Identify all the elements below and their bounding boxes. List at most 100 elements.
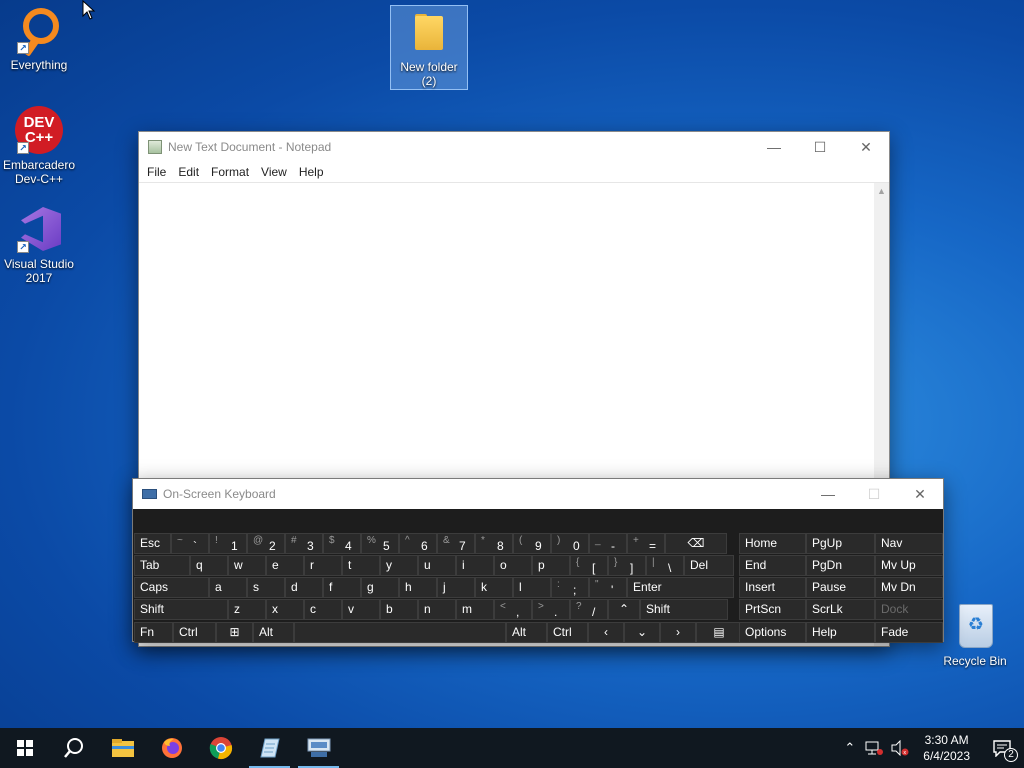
- close-button[interactable]: ✕: [843, 132, 889, 162]
- key-sym[interactable]: :;: [551, 577, 589, 598]
- key-sym[interactable]: <,: [494, 599, 532, 620]
- key-t[interactable]: t: [342, 555, 380, 576]
- key-u[interactable]: u: [418, 555, 456, 576]
- on-screen-keyboard-window[interactable]: On-Screen Keyboard — ☐ ✕ Esc ~ `! 1 @2 #3 $4% 5…: [132, 478, 944, 643]
- close-button[interactable]: ✕: [897, 479, 943, 509]
- key-4[interactable]: $4: [323, 533, 361, 554]
- key-mvdn[interactable]: Mv Dn: [875, 577, 943, 598]
- key-v[interactable]: v: [342, 599, 380, 620]
- key-esc[interactable]: Esc: [134, 533, 171, 554]
- key-sym[interactable]: ~ `: [171, 533, 209, 554]
- key-fn[interactable]: Fn: [134, 622, 173, 643]
- key-nav[interactable]: Nav: [875, 533, 943, 554]
- key-ctrl[interactable]: Ctrl: [547, 622, 588, 643]
- taskbar-chrome[interactable]: [196, 728, 245, 768]
- desktop-icon-new-folder[interactable]: New folder (2): [390, 5, 468, 90]
- key-o[interactable]: o: [494, 555, 532, 576]
- key-fade[interactable]: Fade: [875, 622, 943, 643]
- key-z[interactable]: z: [228, 599, 266, 620]
- key-[interactable]: ‹: [588, 622, 624, 643]
- key-d[interactable]: d: [285, 577, 323, 598]
- taskbar-notepad[interactable]: [245, 728, 294, 768]
- key-j[interactable]: j: [437, 577, 475, 598]
- key-[interactable]: ⊞: [216, 622, 253, 643]
- key-3[interactable]: #3: [285, 533, 323, 554]
- key-w[interactable]: w: [228, 555, 266, 576]
- key-c[interactable]: c: [304, 599, 342, 620]
- key-help[interactable]: Help: [806, 622, 875, 643]
- menu-help[interactable]: Help: [293, 165, 330, 179]
- key-8[interactable]: * 8: [475, 533, 513, 554]
- minimize-button[interactable]: —: [751, 132, 797, 162]
- volume-muted-icon[interactable]: x: [890, 740, 910, 756]
- key-sym[interactable]: }]: [608, 555, 646, 576]
- key-del[interactable]: Del: [684, 555, 734, 576]
- key-caps[interactable]: Caps: [134, 577, 209, 598]
- key-mvup[interactable]: Mv Up: [875, 555, 943, 576]
- menu-edit[interactable]: Edit: [172, 165, 205, 179]
- key-f[interactable]: f: [323, 577, 361, 598]
- key-s[interactable]: s: [247, 577, 285, 598]
- key-7[interactable]: & 7: [437, 533, 475, 554]
- key-alt[interactable]: Alt: [253, 622, 294, 643]
- key-sym[interactable]: ? /: [570, 599, 608, 620]
- key-6[interactable]: ^ 6: [399, 533, 437, 554]
- key-y[interactable]: y: [380, 555, 418, 576]
- key-shift[interactable]: Shift: [640, 599, 728, 620]
- key-l[interactable]: l: [513, 577, 551, 598]
- key-ctrl[interactable]: Ctrl: [173, 622, 216, 643]
- scroll-up-icon[interactable]: ▲: [874, 186, 889, 196]
- osk-title-bar[interactable]: On-Screen Keyboard — ☐ ✕: [133, 479, 943, 509]
- taskbar-firefox[interactable]: [147, 728, 196, 768]
- key-b[interactable]: b: [380, 599, 418, 620]
- desktop-icon-recycle-bin[interactable]: ♻ Recycle Bin: [936, 602, 1014, 668]
- key-1[interactable]: ! 1: [209, 533, 247, 554]
- menu-format[interactable]: Format: [205, 165, 255, 179]
- key-alt[interactable]: Alt: [506, 622, 547, 643]
- key-enter[interactable]: Enter: [627, 577, 734, 598]
- key-sym[interactable]: >.: [532, 599, 570, 620]
- key-insert[interactable]: Insert: [739, 577, 806, 598]
- key-shift[interactable]: Shift: [134, 599, 228, 620]
- taskbar-on-screen-keyboard[interactable]: [294, 728, 343, 768]
- key-h[interactable]: h: [399, 577, 437, 598]
- key-i[interactable]: i: [456, 555, 494, 576]
- action-center-button[interactable]: 2: [980, 728, 1024, 768]
- clock[interactable]: 3:30 AM 6/4/2023: [913, 732, 980, 764]
- key-backspace[interactable]: ⌫: [665, 533, 727, 554]
- key-p[interactable]: p: [532, 555, 570, 576]
- menu-view[interactable]: View: [255, 165, 293, 179]
- key-m[interactable]: m: [456, 599, 494, 620]
- menu-file[interactable]: File: [141, 165, 172, 179]
- key-prtscn[interactable]: PrtScn: [739, 599, 806, 620]
- desktop-icon-devcpp[interactable]: DEV C++ ↗ Embarcadero Dev-C++: [0, 106, 78, 186]
- key-n[interactable]: n: [418, 599, 456, 620]
- key-0[interactable]: ) 0: [551, 533, 589, 554]
- maximize-button[interactable]: ☐: [797, 132, 843, 162]
- key-a[interactable]: a: [209, 577, 247, 598]
- key-[interactable]: ▤: [696, 622, 742, 643]
- key-sym[interactable]: | \: [646, 555, 684, 576]
- taskbar-file-explorer[interactable]: [98, 728, 147, 768]
- key-pause[interactable]: Pause: [806, 577, 875, 598]
- key-home[interactable]: Home: [739, 533, 806, 554]
- network-icon[interactable]: [864, 740, 884, 756]
- key-sym[interactable]: + =: [627, 533, 665, 554]
- desktop-icon-visual-studio[interactable]: ↗ Visual Studio 2017: [0, 205, 78, 285]
- tray-overflow-chevron-icon[interactable]: ⌃: [838, 740, 861, 756]
- key-options[interactable]: Options: [739, 622, 806, 643]
- key-pgup[interactable]: PgUp: [806, 533, 875, 554]
- key-space[interactable]: [294, 622, 506, 643]
- key-pgdn[interactable]: PgDn: [806, 555, 875, 576]
- key-[interactable]: ⌃: [608, 599, 640, 620]
- notepad-title-bar[interactable]: New Text Document - Notepad — ☐ ✕: [139, 132, 889, 162]
- key-end[interactable]: End: [739, 555, 806, 576]
- key-[interactable]: ›: [660, 622, 696, 643]
- key-q[interactable]: q: [190, 555, 228, 576]
- desktop-icon-everything[interactable]: ↗ Everything: [0, 6, 78, 72]
- start-button[interactable]: [0, 728, 49, 768]
- key-2[interactable]: @2: [247, 533, 285, 554]
- key-5[interactable]: % 5: [361, 533, 399, 554]
- key-k[interactable]: k: [475, 577, 513, 598]
- key-sym[interactable]: {[: [570, 555, 608, 576]
